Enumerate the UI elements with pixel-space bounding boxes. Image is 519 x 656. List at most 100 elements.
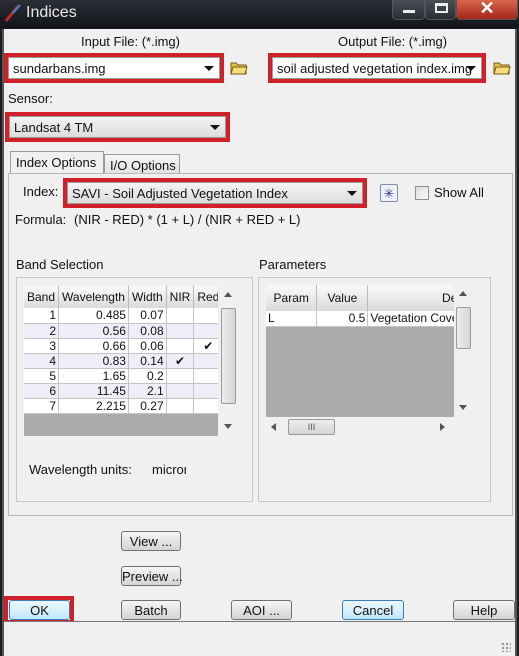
wavelength-cell[interactable]: 0.485 xyxy=(58,308,129,324)
width-cell[interactable]: 0.14 xyxy=(128,353,167,369)
minimize-button[interactable] xyxy=(392,0,425,20)
title-bar: Indices ✕ xyxy=(0,0,519,28)
band-cell: 5 xyxy=(24,368,60,384)
column-header[interactable]: Param xyxy=(266,285,318,311)
band-table-scrollbar[interactable] xyxy=(220,286,237,436)
column-header[interactable]: Wavelength xyxy=(58,286,129,308)
value-cell[interactable]: 0.5 xyxy=(316,311,369,327)
width-cell[interactable]: 0.06 xyxy=(128,338,167,354)
nir-cell[interactable] xyxy=(166,383,195,399)
folder-open-icon[interactable] xyxy=(230,60,248,75)
table-row[interactable]: 3 0.66 0.06 ✔ xyxy=(24,338,218,354)
input-file-combo[interactable]: sundarbans.img xyxy=(8,57,220,79)
column-header[interactable]: Value xyxy=(316,285,369,311)
view-button[interactable]: View ... xyxy=(121,531,181,551)
scroll-thumb[interactable] xyxy=(456,307,471,349)
nir-cell[interactable] xyxy=(166,368,195,384)
red-cell[interactable]: ✔ xyxy=(193,338,218,354)
parameters-title: Parameters xyxy=(259,257,327,272)
tab-index-options[interactable]: Index Options xyxy=(10,151,104,173)
band-cell: 1 xyxy=(24,308,60,324)
width-cell[interactable]: 0.27 xyxy=(128,398,167,414)
index-combo[interactable]: SAVI - Soil Adjusted Vegetation Index xyxy=(67,182,363,204)
show-all-label: Show All xyxy=(434,185,484,200)
scroll-up-icon[interactable] xyxy=(224,292,232,297)
scroll-right-icon[interactable] xyxy=(440,423,445,431)
parameters-hscrollbar[interactable]: III xyxy=(266,418,454,436)
asterisk-button[interactable]: ✳ xyxy=(380,184,398,202)
width-cell[interactable]: 2.1 xyxy=(128,383,167,399)
table-row[interactable]: 7 2.215 0.27 xyxy=(24,398,218,414)
width-cell[interactable]: 0.2 xyxy=(128,368,167,384)
resize-grip-icon[interactable] xyxy=(501,642,511,652)
band-cell: 2 xyxy=(24,323,60,339)
width-cell[interactable]: 0.07 xyxy=(128,308,167,324)
table-row[interactable]: L 0.5 Vegetation Cover xyxy=(266,311,454,327)
wavelength-cell[interactable]: 0.66 xyxy=(58,338,129,354)
hscroll-thumb[interactable]: III xyxy=(288,419,335,435)
red-cell[interactable] xyxy=(193,368,218,384)
table-row[interactable]: 4 0.83 0.14 ✔ xyxy=(24,353,218,369)
column-header[interactable]: Red xyxy=(193,286,218,308)
column-header[interactable]: Band xyxy=(24,286,60,308)
parameters-group: Param Value Description L 0.5 Vegetation… xyxy=(258,277,491,502)
table-row[interactable]: 5 1.65 0.2 xyxy=(24,368,218,384)
wavelength-cell[interactable]: 2.215 xyxy=(58,398,129,414)
scroll-left-icon[interactable] xyxy=(271,423,276,431)
wavelength-cell[interactable]: 11.45 xyxy=(58,383,129,399)
batch-button[interactable]: Batch xyxy=(121,600,181,620)
column-header[interactable]: Description xyxy=(367,285,454,311)
table-row[interactable]: 6 11.45 2.1 xyxy=(24,383,218,399)
index-label: Index: xyxy=(23,184,59,199)
tab-io-options[interactable]: I/O Options xyxy=(104,154,180,173)
red-cell[interactable] xyxy=(193,383,218,399)
maximize-button[interactable] xyxy=(425,0,456,20)
width-cell[interactable]: 0.08 xyxy=(128,323,167,339)
minimize-icon xyxy=(403,10,415,13)
wavelength-cell[interactable]: 0.83 xyxy=(58,353,129,369)
red-cell[interactable] xyxy=(193,353,218,369)
wavelength-cell[interactable]: 1.65 xyxy=(58,368,129,384)
scroll-down-icon[interactable] xyxy=(459,405,467,410)
output-file-label: Output File: (*.img) xyxy=(338,34,448,49)
show-all-checkbox[interactable] xyxy=(415,186,429,200)
scroll-thumb[interactable] xyxy=(221,308,236,404)
nir-cell[interactable] xyxy=(166,323,195,339)
tab-label: Index Options xyxy=(16,155,97,170)
close-button[interactable]: ✕ xyxy=(456,0,518,20)
band-cell: 6 xyxy=(24,383,60,399)
nir-cell[interactable] xyxy=(166,338,195,354)
wavelength-cell[interactable]: 0.56 xyxy=(58,323,129,339)
chevron-down-icon xyxy=(204,66,214,71)
red-cell[interactable] xyxy=(193,308,218,324)
nir-cell[interactable] xyxy=(166,308,195,324)
red-cell[interactable] xyxy=(193,323,218,339)
band-table: Band Wavelength Width NIR Red 1 0.485 0.… xyxy=(24,286,218,414)
index-value: SAVI - Soil Adjusted Vegetation Index xyxy=(72,186,288,201)
table-row[interactable]: 1 0.485 0.07 xyxy=(24,308,218,324)
preview-button[interactable]: Preview ... xyxy=(121,566,183,586)
cancel-button[interactable]: Cancel xyxy=(342,600,404,620)
app-icon xyxy=(4,4,21,22)
output-file-combo[interactable]: soil adjusted vegetation index.img xyxy=(272,57,482,79)
table-row[interactable]: 2 0.56 0.08 xyxy=(24,323,218,339)
scroll-up-icon[interactable] xyxy=(459,291,467,296)
band-table-header: Band Wavelength Width NIR Red xyxy=(24,286,218,308)
parameters-vscrollbar[interactable] xyxy=(455,285,472,417)
folder-open-icon[interactable] xyxy=(493,60,511,75)
band-selection-group: Band Wavelength Width NIR Red 1 0.485 0.… xyxy=(16,277,253,502)
nir-cell[interactable]: ✔ xyxy=(166,353,195,369)
red-cell[interactable] xyxy=(193,398,218,414)
help-button[interactable]: Help xyxy=(453,600,515,620)
aoi-button[interactable]: AOI ... xyxy=(231,600,292,620)
wavelength-units-value[interactable]: micron xyxy=(152,462,186,477)
column-header[interactable]: Width xyxy=(128,286,167,308)
scroll-down-icon[interactable] xyxy=(224,424,232,429)
param-cell: L xyxy=(266,311,318,327)
input-file-label: Input File: (*.img) xyxy=(81,34,180,49)
sensor-combo[interactable]: Landsat 4 TM xyxy=(9,116,226,138)
column-header[interactable]: NIR xyxy=(166,286,195,308)
maximize-icon xyxy=(435,3,448,13)
nir-cell[interactable] xyxy=(166,398,195,414)
ok-button[interactable]: OK xyxy=(9,600,70,620)
